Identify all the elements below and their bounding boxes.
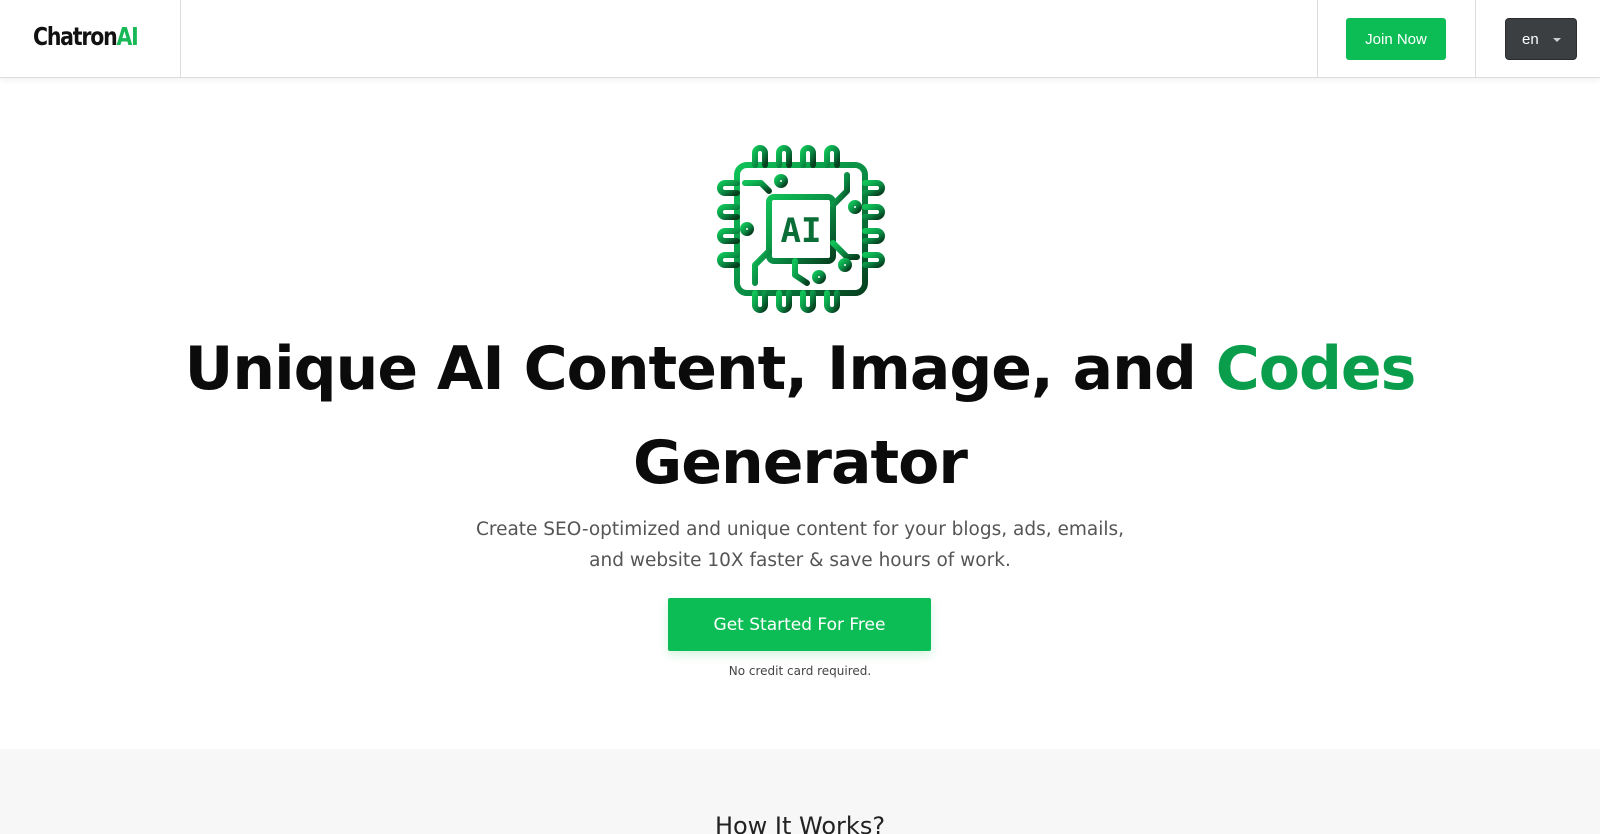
hero-subtitle: Create SEO-optimized and unique content … (475, 519, 1125, 571)
headline-accent: Codes (1215, 334, 1417, 404)
hero-headline: Unique AI Content, Image, and Codes Gene… (0, 322, 1600, 510)
header-divider (1317, 0, 1318, 78)
chevron-down-icon (1553, 38, 1561, 42)
ai-chip-icon: AI (717, 145, 885, 313)
chip-label: AI (781, 211, 822, 251)
no-credit-card-note: No credit card required. (728, 664, 872, 678)
logo-accent: AI (116, 22, 138, 51)
language-value: en (1522, 30, 1539, 48)
join-now-button[interactable]: Join Now (1346, 18, 1446, 60)
header-divider (180, 0, 181, 78)
get-started-button[interactable]: Get Started For Free (668, 598, 931, 651)
site-header: ChatronAI Join Now en (0, 0, 1600, 78)
logo-text: Chatron (33, 22, 118, 51)
header-divider (1475, 0, 1476, 78)
how-it-works-section: How It Works? (0, 749, 1600, 834)
language-select[interactable]: en (1505, 18, 1577, 60)
section-title: How It Works? (714, 812, 886, 834)
headline-line2: Generator (633, 428, 968, 498)
logo[interactable]: ChatronAI (33, 22, 139, 56)
headline-main: Unique AI Content, Image, and (184, 334, 1197, 404)
